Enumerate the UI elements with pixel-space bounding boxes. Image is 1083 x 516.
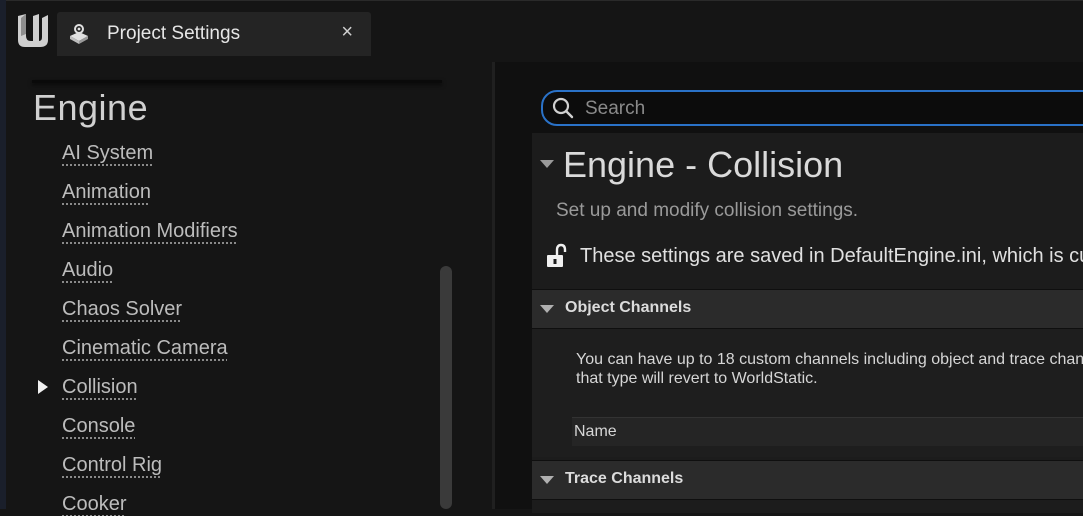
object-channels-help: You can have up to 18 custom channels in… xyxy=(576,350,1083,388)
details-panel: Engine - Collision Set up and modify col… xyxy=(495,62,1083,513)
expand-arrow-icon xyxy=(540,305,554,313)
sidebar-item-cooker[interactable]: Cooker xyxy=(62,493,126,516)
selected-arrow-icon xyxy=(38,380,48,394)
collapse-arrow-icon[interactable] xyxy=(540,160,554,168)
search-input[interactable] xyxy=(583,92,1067,126)
unreal-engine-logo-icon xyxy=(18,14,48,47)
sidebar-item-cinematic-camera[interactable]: Cinematic Camera xyxy=(62,337,228,360)
object-channels-body: You can have up to 18 custom channels in… xyxy=(532,329,1083,457)
sidebar-item-audio[interactable]: Audio xyxy=(62,259,113,282)
channel-table-header: Name xyxy=(572,417,1083,446)
unlocked-padlock-icon[interactable] xyxy=(545,243,567,269)
config-file-note: These settings are saved in DefaultEngin… xyxy=(580,245,1083,267)
tab-title: Project Settings xyxy=(107,23,241,44)
scrollbar-thumb[interactable] xyxy=(440,266,452,509)
search-icon xyxy=(552,97,574,119)
sidebar-item-animation[interactable]: Animation xyxy=(62,181,151,204)
group-header-object-channels[interactable]: Object Channels xyxy=(532,289,1083,329)
help-line: that type will revert to WorldStatic. xyxy=(576,370,818,387)
sidebar-scrollbar[interactable] xyxy=(440,266,452,509)
close-tab-button[interactable]: × xyxy=(341,21,353,44)
sidebar-item-console[interactable]: Console xyxy=(62,415,135,438)
panel-shadow xyxy=(32,80,442,83)
sidebar-item-control-rig[interactable]: Control Rig xyxy=(62,454,162,477)
sidebar-item-ai-system[interactable]: AI System xyxy=(62,142,153,165)
expand-arrow-icon xyxy=(540,476,554,484)
category-title: Engine - Collision xyxy=(563,144,844,185)
sidebar-item-chaos-solver[interactable]: Chaos Solver xyxy=(62,298,182,321)
section-heading-engine: Engine xyxy=(33,87,149,128)
search-box[interactable] xyxy=(541,90,1083,126)
help-line: You can have up to 18 custom channels in… xyxy=(576,351,1083,368)
group-header-trace-channels[interactable]: Trace Channels xyxy=(532,460,1083,500)
sidebar-item-animation-modifiers[interactable]: Animation Modifiers xyxy=(62,220,238,243)
settings-navigation-panel: Engine AI System Animation Animation Mod… xyxy=(6,62,492,515)
column-header-name[interactable]: Name xyxy=(574,423,617,441)
collision-settings: Engine - Collision Set up and modify col… xyxy=(532,133,1083,513)
sidebar-item-collision[interactable]: Collision xyxy=(62,376,138,399)
settings-cube-icon xyxy=(70,24,88,44)
group-label: Trace Channels xyxy=(565,470,684,487)
category-description: Set up and modify collision settings. xyxy=(556,200,859,221)
project-settings-tab[interactable]: Project Settings × xyxy=(57,12,371,56)
group-label: Object Channels xyxy=(565,299,692,316)
